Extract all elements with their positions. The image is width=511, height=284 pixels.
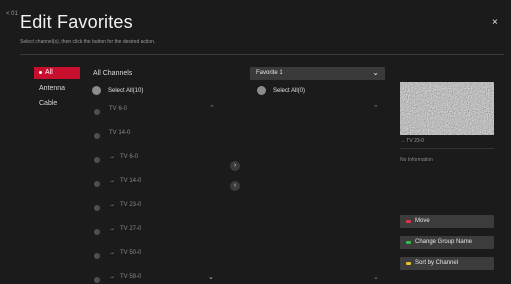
program-info: No Information [400,157,433,163]
category-antenna[interactable]: Antenna [34,83,80,95]
category-all[interactable]: All [34,67,80,79]
select-all-favorites-radio[interactable] [257,86,266,95]
channel-label: TV 27-0 [120,226,142,232]
channel-label: TV 23-0 [120,202,142,208]
chevron-down-icon[interactable]: ⌄ [373,273,379,281]
list-item[interactable]: → TV 50-0 [94,250,234,260]
list-item[interactable]: TV 6-0 [94,106,234,116]
channel-label: TV 6-0 [120,154,139,160]
select-all-radio[interactable] [92,86,101,95]
back-button[interactable]: < 01 [6,11,18,17]
red-key-icon [406,220,411,223]
channel-label: TV 14-0 [120,178,142,184]
list-item[interactable]: TV 14-0 [94,130,234,140]
page-title: Edit Favorites [20,12,133,32]
arrow-icon: → [109,154,115,160]
arrow-icon: → [109,178,115,184]
channel-checkbox[interactable] [94,277,100,283]
channel-label: TV 59-0 [120,274,142,280]
yellow-key-icon [406,262,411,265]
static-noise-image [400,82,494,135]
channel-checkbox[interactable] [94,205,100,211]
sort-by-channel-button[interactable]: Sort by Channel [400,257,494,270]
list-item[interactable]: → TV 27-0 [94,226,234,236]
move-button[interactable]: Move [400,215,494,228]
chevron-up-icon[interactable]: ⌃ [373,104,379,112]
channel-checkbox[interactable] [94,181,100,187]
chevron-down-icon: ⌄ [372,68,379,77]
channel-label: TV 6-0 [109,106,128,112]
selected-dot-icon [39,70,42,74]
category-label: Antenna [39,85,66,92]
green-key-icon [406,241,411,244]
arrow-icon: → [109,202,115,208]
chevron-down-icon[interactable]: ⌄ [208,273,214,281]
category-label: Cable [39,100,58,107]
arrow-icon: → [109,226,115,232]
channel-checkbox[interactable] [94,157,100,163]
select-all-favorites-label[interactable]: Select All(0) [273,88,305,94]
channel-checkbox[interactable] [94,133,100,139]
add-to-favorites-button[interactable]: › [230,161,240,171]
header-divider [20,54,504,55]
category-label: All [45,69,53,76]
move-label: Move [415,218,430,224]
channel-preview [400,82,494,135]
select-all-label[interactable]: Select All(10) [108,88,143,94]
page-subtitle: Select channel(s), then click the button… [20,39,156,45]
list-item[interactable]: → TV 14-0 [94,178,234,188]
all-channels-heading: All Channels [93,70,133,77]
channel-checkbox[interactable] [94,109,100,115]
remove-from-favorites-button[interactable]: ‹ [230,181,240,191]
close-icon[interactable]: × [492,18,498,28]
preview-channel-label: → TV 23-0 [400,138,425,144]
favorite-group-dropdown[interactable]: Favorite 1 ⌄ [250,67,385,80]
category-cable[interactable]: Cable [34,98,80,110]
preview-divider [400,148,494,149]
change-group-name-button[interactable]: Change Group Name [400,236,494,249]
channel-label: TV 14-0 [109,130,131,136]
channel-checkbox[interactable] [94,229,100,235]
channel-label: TV 50-0 [120,250,142,256]
favorite-group-label: Favorite 1 [256,70,283,76]
arrow-icon: → [109,250,115,256]
arrow-icon: → [109,274,115,280]
list-item[interactable]: → TV 6-0 [94,154,234,164]
sort-by-channel-label: Sort by Channel [415,260,459,266]
channel-checkbox[interactable] [94,253,100,259]
list-item[interactable]: → TV 23-0 [94,202,234,212]
change-group-name-label: Change Group Name [415,239,473,245]
